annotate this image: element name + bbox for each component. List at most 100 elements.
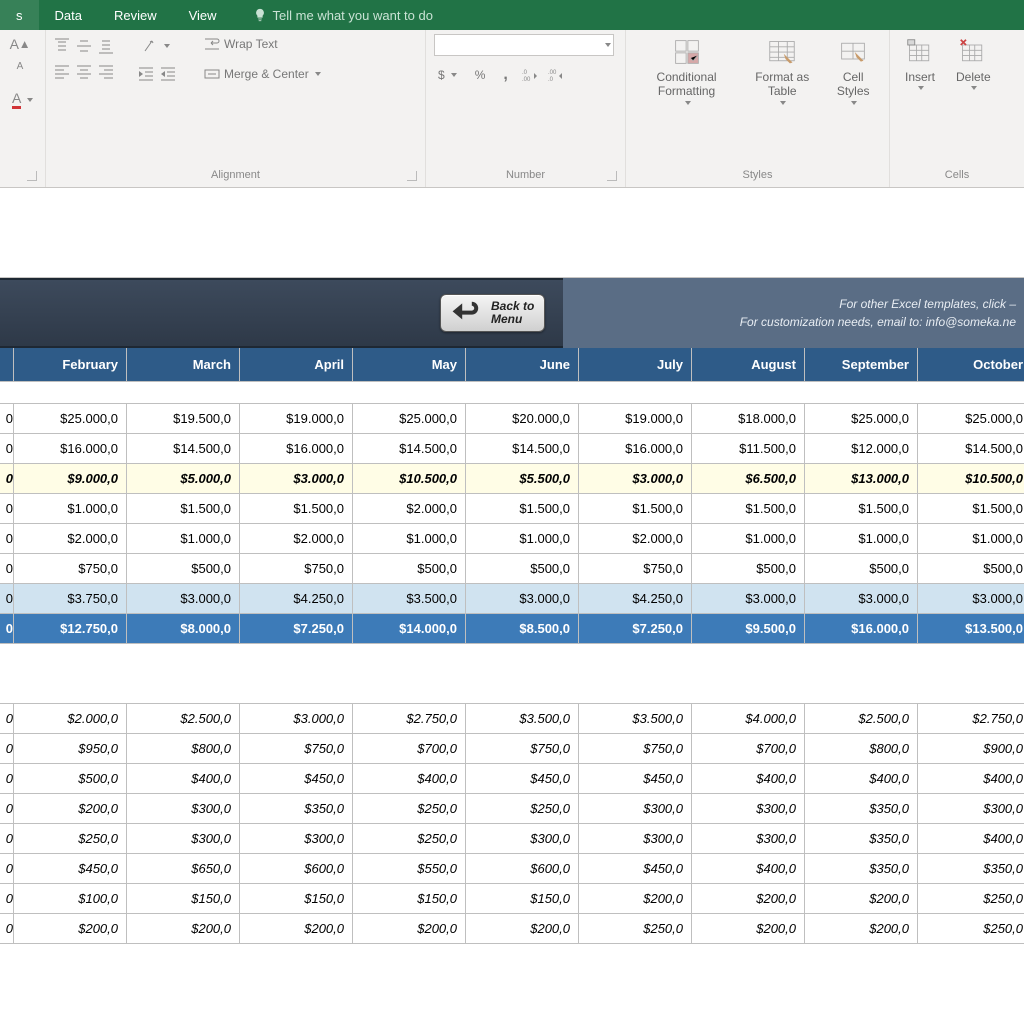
number-format-select[interactable] xyxy=(434,34,614,56)
data-cell[interactable]: $250,0 xyxy=(14,824,127,854)
data-cell[interactable]: $500,0 xyxy=(127,554,240,584)
data-cell[interactable]: $3.000,0 xyxy=(240,704,353,734)
data-cell[interactable]: $5.500,0 xyxy=(466,464,579,494)
data-cell[interactable]: $600,0 xyxy=(240,854,353,884)
tab-partial[interactable]: s xyxy=(0,0,39,30)
data-cell[interactable]: $400,0 xyxy=(692,854,805,884)
row-leading-cell[interactable]: 0 xyxy=(0,584,14,614)
data-cell[interactable]: $250,0 xyxy=(918,884,1024,914)
dialog-launcher-icon[interactable] xyxy=(27,171,37,181)
data-cell[interactable]: $18.000,0 xyxy=(692,404,805,434)
data-cell[interactable]: $1.500,0 xyxy=(579,494,692,524)
dialog-launcher-icon[interactable] xyxy=(407,171,417,181)
data-cell[interactable]: $250,0 xyxy=(466,794,579,824)
data-cell[interactable]: $2.000,0 xyxy=(14,524,127,554)
data-cell[interactable]: $200,0 xyxy=(692,914,805,944)
data-cell[interactable]: $800,0 xyxy=(127,734,240,764)
data-cell[interactable]: $300,0 xyxy=(240,824,353,854)
row-leading-cell[interactable]: 0 xyxy=(0,824,14,854)
data-cell[interactable]: $600,0 xyxy=(466,854,579,884)
data-cell[interactable]: $100,0 xyxy=(14,884,127,914)
data-cell[interactable]: $900,0 xyxy=(918,734,1024,764)
data-cell[interactable]: $19.000,0 xyxy=(579,404,692,434)
data-cell[interactable]: $800,0 xyxy=(805,734,918,764)
data-cell[interactable]: $16.000,0 xyxy=(579,434,692,464)
data-cell[interactable]: $1.000,0 xyxy=(692,524,805,554)
data-cell[interactable]: $2.750,0 xyxy=(918,704,1024,734)
data-cell[interactable]: $750,0 xyxy=(240,734,353,764)
data-cell[interactable]: $25.000,0 xyxy=(14,404,127,434)
data-cell[interactable]: $25.000,0 xyxy=(805,404,918,434)
data-cell[interactable]: $200,0 xyxy=(692,884,805,914)
align-middle-icon[interactable] xyxy=(76,38,92,54)
data-cell[interactable]: $250,0 xyxy=(579,914,692,944)
data-cell[interactable]: $350,0 xyxy=(918,854,1024,884)
data-cell[interactable]: $300,0 xyxy=(579,824,692,854)
data-cell[interactable]: $200,0 xyxy=(805,884,918,914)
data-cell[interactable]: $300,0 xyxy=(127,824,240,854)
data-cell[interactable]: $200,0 xyxy=(127,914,240,944)
data-cell[interactable]: $3.000,0 xyxy=(805,584,918,614)
row-leading-cell[interactable]: 0 xyxy=(0,734,14,764)
data-cell[interactable]: $350,0 xyxy=(805,854,918,884)
data-cell[interactable]: $500,0 xyxy=(353,554,466,584)
col-header[interactable]: October xyxy=(918,348,1024,382)
data-cell[interactable]: $450,0 xyxy=(466,764,579,794)
orientation-button[interactable] xyxy=(138,36,176,56)
data-cell[interactable]: $400,0 xyxy=(805,764,918,794)
data-cell[interactable]: $300,0 xyxy=(127,794,240,824)
data-cell[interactable]: $700,0 xyxy=(692,734,805,764)
row-leading-cell[interactable]: 0 xyxy=(0,704,14,734)
data-cell[interactable]: $750,0 xyxy=(579,734,692,764)
col-header[interactable]: September xyxy=(805,348,918,382)
row-leading-cell[interactable]: 0 xyxy=(0,404,14,434)
data-cell[interactable]: $11.500,0 xyxy=(692,434,805,464)
data-cell[interactable]: $19.000,0 xyxy=(240,404,353,434)
decrease-decimal-icon[interactable]: .00.0 xyxy=(548,67,564,83)
data-cell[interactable]: $300,0 xyxy=(466,824,579,854)
data-cell[interactable]: $450,0 xyxy=(579,764,692,794)
align-bottom-icon[interactable] xyxy=(98,38,114,54)
data-cell[interactable]: $400,0 xyxy=(918,824,1024,854)
increase-indent-icon[interactable] xyxy=(160,66,176,82)
dialog-launcher-icon[interactable] xyxy=(607,171,617,181)
data-cell[interactable]: $12.000,0 xyxy=(805,434,918,464)
data-cell[interactable]: $1.500,0 xyxy=(692,494,805,524)
data-cell[interactable]: $1.000,0 xyxy=(353,524,466,554)
data-cell[interactable]: $300,0 xyxy=(692,824,805,854)
col-header[interactable]: July xyxy=(579,348,692,382)
row-leading-cell[interactable]: 0 xyxy=(0,854,14,884)
col-header[interactable]: May xyxy=(353,348,466,382)
data-cell[interactable]: $2.500,0 xyxy=(127,704,240,734)
data-cell[interactable]: $450,0 xyxy=(579,854,692,884)
data-cell[interactable]: $200,0 xyxy=(579,884,692,914)
data-cell[interactable]: $16.000,0 xyxy=(14,434,127,464)
data-cell[interactable]: $450,0 xyxy=(14,854,127,884)
data-cell[interactable]: $750,0 xyxy=(240,554,353,584)
data-cell[interactable]: $16.000,0 xyxy=(240,434,353,464)
row-leading-cell[interactable]: 0 xyxy=(0,434,14,464)
insert-button[interactable]: Insert xyxy=(898,34,942,92)
data-cell[interactable]: $1.500,0 xyxy=(918,494,1024,524)
data-cell[interactable]: $2.000,0 xyxy=(353,494,466,524)
data-cell[interactable]: $750,0 xyxy=(579,554,692,584)
tab-review[interactable]: Review xyxy=(98,0,173,30)
col-header[interactable]: June xyxy=(466,348,579,382)
data-cell[interactable]: $500,0 xyxy=(805,554,918,584)
data-cell[interactable]: $350,0 xyxy=(805,794,918,824)
data-cell[interactable]: $250,0 xyxy=(918,914,1024,944)
data-cell[interactable]: $1.000,0 xyxy=(14,494,127,524)
back-to-menu-button[interactable]: Back toMenu xyxy=(440,294,545,332)
data-cell[interactable]: $3.000,0 xyxy=(918,584,1024,614)
tab-view[interactable]: View xyxy=(173,0,233,30)
data-cell[interactable]: $1.500,0 xyxy=(466,494,579,524)
data-cell[interactable]: $2.500,0 xyxy=(805,704,918,734)
data-cell[interactable]: $450,0 xyxy=(240,764,353,794)
data-cell[interactable]: $150,0 xyxy=(127,884,240,914)
row-leading-cell[interactable]: 0 xyxy=(0,884,14,914)
data-cell[interactable]: $200,0 xyxy=(240,914,353,944)
data-cell[interactable]: $2.750,0 xyxy=(353,704,466,734)
data-cell[interactable]: $3.500,0 xyxy=(353,584,466,614)
data-cell[interactable]: $350,0 xyxy=(805,824,918,854)
data-cell[interactable]: $2.000,0 xyxy=(240,524,353,554)
